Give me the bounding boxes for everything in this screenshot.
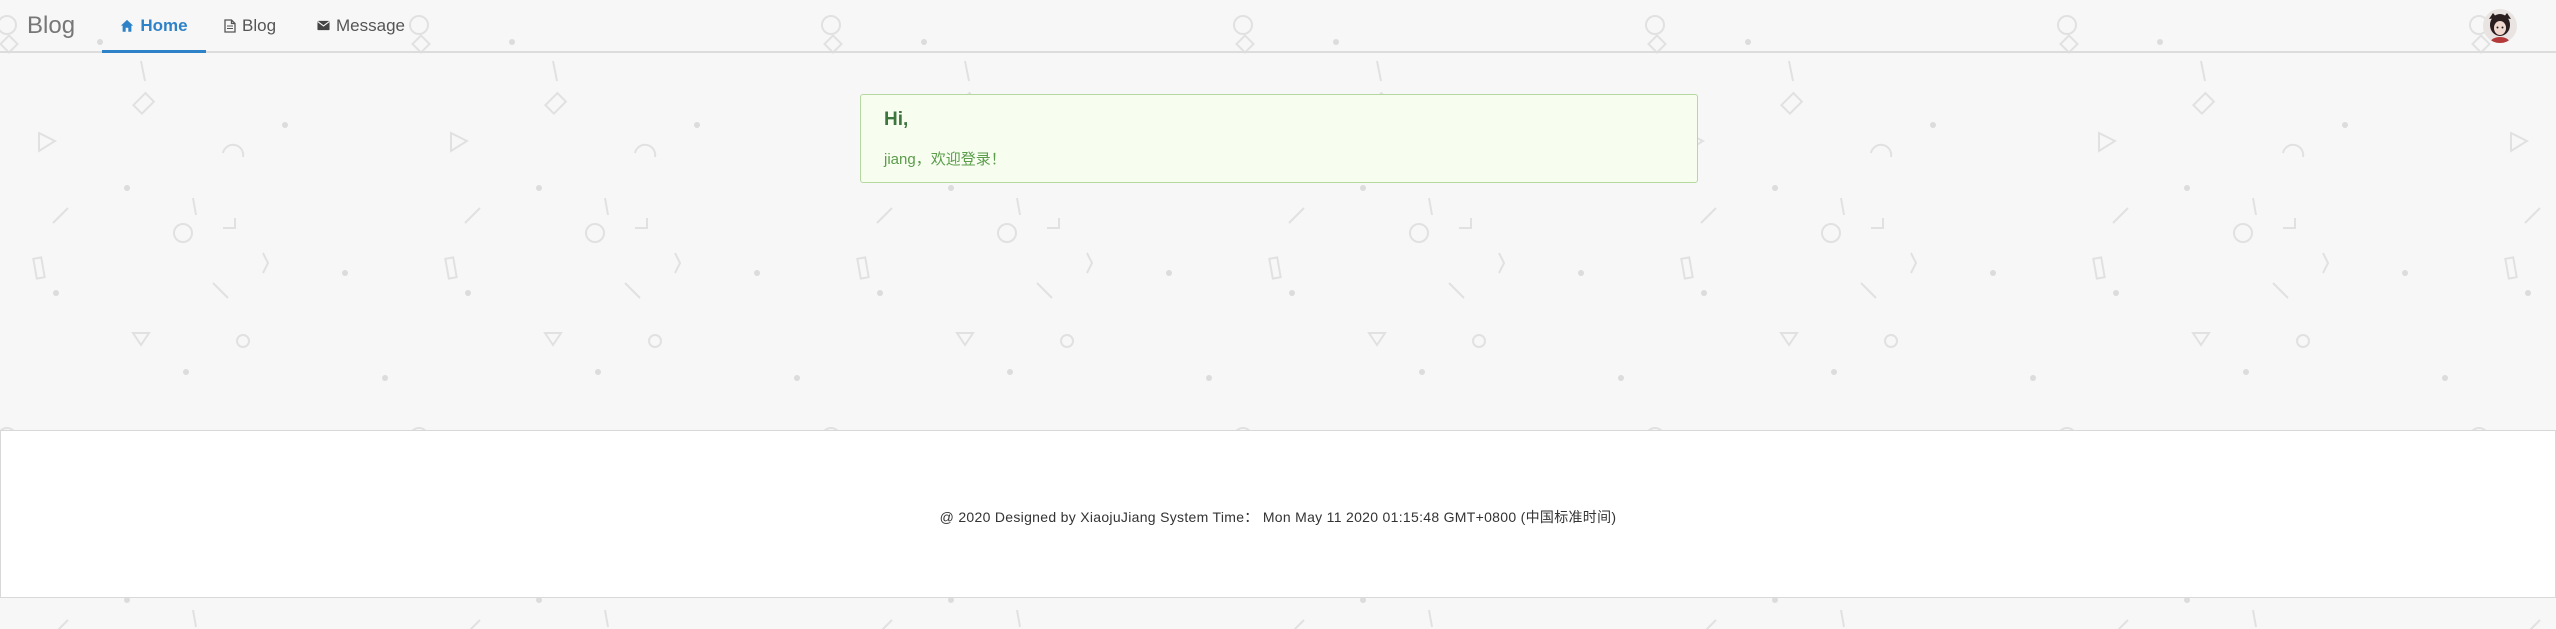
nav-item-label: Blog: [242, 15, 277, 35]
nav-item-label: Message: [336, 15, 405, 35]
footer-copyright: @ 2020 Designed by XiaojuJiang: [939, 509, 1156, 525]
alert-message: jiang，欢迎登录！: [884, 151, 1006, 168]
welcome-alert: Hi, jiang，欢迎登录！: [860, 94, 1698, 183]
file-icon: [224, 18, 236, 33]
top-navbar: Blog Home Blog Message: [0, 0, 2556, 53]
footer-system-time-label: System Time：: [1160, 509, 1259, 525]
home-icon: [120, 19, 134, 33]
nav-item-message[interactable]: Message: [317, 0, 405, 51]
user-avatar[interactable]: [2483, 9, 2517, 43]
footer-system-time-value: Mon May 11 2020 01:15:48 GMT+0800 (中国标准时…: [1262, 509, 1617, 525]
alert-title: Hi,: [884, 109, 909, 130]
footer-text: @ 2020 Designed by XiaojuJiang System Ti…: [1, 507, 2555, 527]
nav-item-label: Home: [140, 15, 188, 35]
envelope-icon: [317, 20, 330, 31]
nav-item-home[interactable]: Home: [102, 0, 206, 53]
brand-logo[interactable]: Blog: [27, 12, 75, 40]
nav-item-blog[interactable]: Blog: [224, 0, 276, 51]
page-footer: @ 2020 Designed by XiaojuJiang System Ti…: [0, 430, 2556, 598]
